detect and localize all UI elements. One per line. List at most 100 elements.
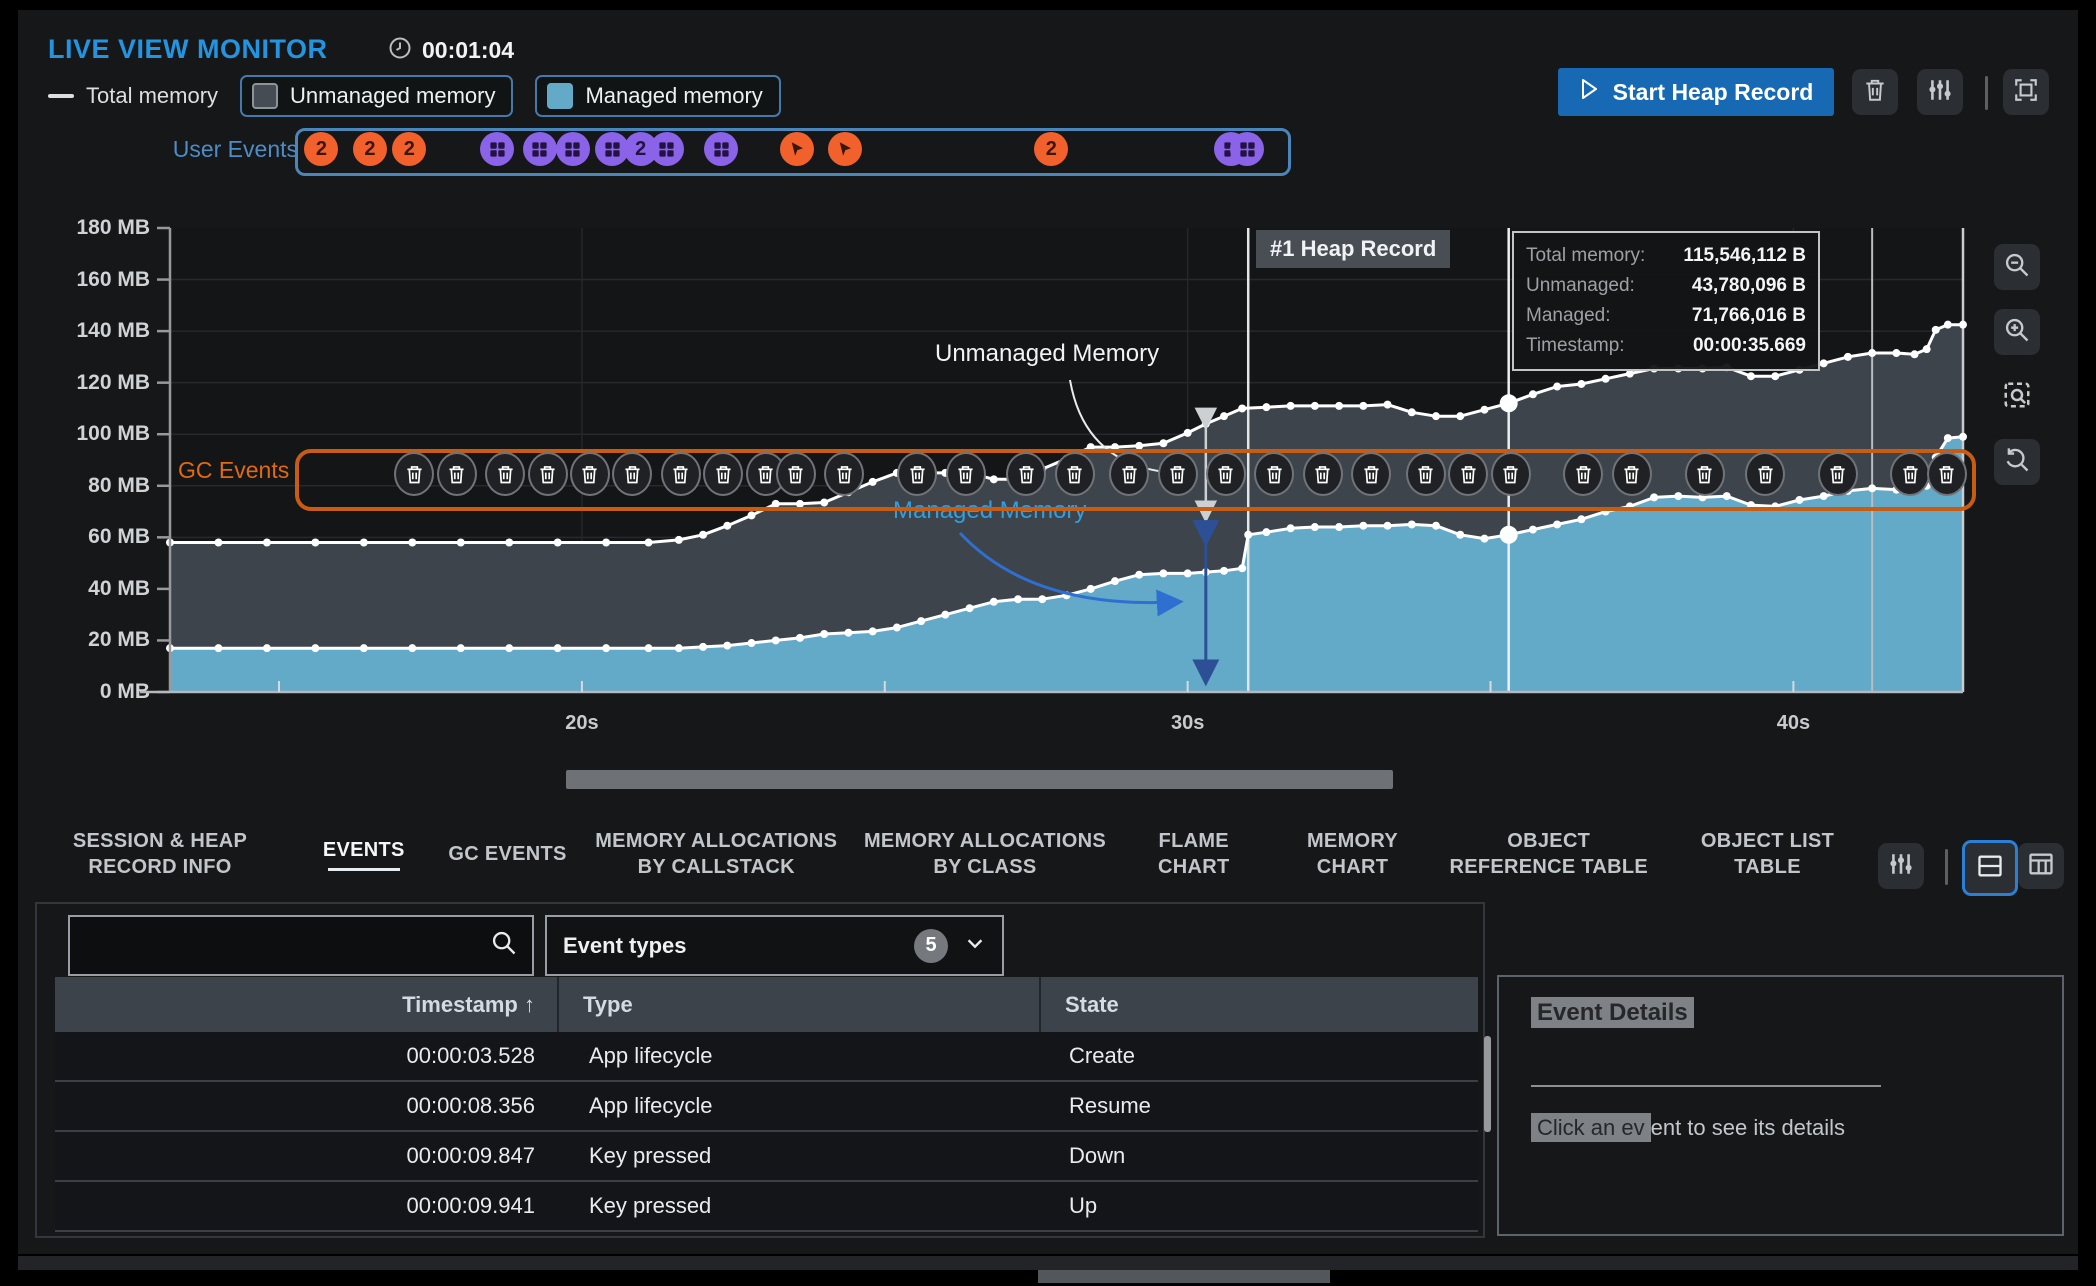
zoom-out-button[interactable]: [1994, 244, 2040, 290]
zoom-reset-button[interactable]: [1994, 439, 2040, 485]
clear-session-button[interactable]: [1852, 69, 1898, 115]
tab-memory-chart[interactable]: MEMORY CHART: [1278, 828, 1428, 880]
hover-dot-managed: [1500, 526, 1518, 544]
legend-unmanaged-memory-toggle[interactable]: Unmanaged memory: [240, 75, 513, 117]
tab-memory-allocations-by-class[interactable]: MEMORY ALLOCATIONS BY CLASS: [860, 828, 1110, 880]
tab-session-heap-record-info[interactable]: SESSION & HEAP RECORD INFO: [35, 828, 285, 880]
gc-event-trash-icon[interactable]: [1818, 452, 1858, 496]
managed-swatch: [547, 83, 573, 109]
tab-object-list-table[interactable]: OBJECT LIST TABLE: [1670, 828, 1865, 880]
event-types-dropdown[interactable]: Event types 5: [545, 915, 1004, 976]
key-event-icon[interactable]: [523, 132, 557, 166]
column-header-timestamp[interactable]: Timestamp ↑: [55, 992, 557, 1018]
column-header-type[interactable]: Type: [557, 977, 1039, 1032]
gc-event-trash-icon[interactable]: [897, 452, 937, 496]
heap-record-marker-label[interactable]: #1 Heap Record: [1256, 230, 1450, 268]
bottom-tab-bar: SESSION & HEAP RECORD INFO EVENTS GC EVENT…: [35, 806, 1865, 902]
layout-rows-icon: [1976, 852, 2004, 885]
touch-event-icon[interactable]: 2: [353, 132, 387, 166]
zoom-in-button[interactable]: [1994, 309, 2040, 355]
y-axis-tick-label: 20 MB: [30, 628, 150, 652]
tooltip-row: Total memory:115,546,112 B: [1526, 241, 1806, 271]
gc-event-trash-icon[interactable]: [570, 452, 610, 496]
key-event-icon[interactable]: [480, 132, 514, 166]
layout-rows-button[interactable]: [1962, 840, 2018, 896]
event-table-row[interactable]: 00:00:09.941Key pressedUp: [55, 1182, 1478, 1232]
event-table-row[interactable]: 00:00:09.847Key pressedDown: [55, 1132, 1478, 1182]
cursor-event-icon[interactable]: [780, 132, 814, 166]
chart-legend: Total memory Unmanaged memory Managed me…: [48, 74, 781, 118]
zoom-selection-button[interactable]: [1994, 374, 2040, 420]
tab-flame-chart[interactable]: FLAME CHART: [1129, 828, 1259, 880]
bottom-scrollbar-fragment[interactable]: [1038, 1270, 1330, 1283]
y-axis-tick-label: 80 MB: [30, 474, 150, 498]
gc-event-trash-icon[interactable]: [1927, 452, 1967, 496]
start-heap-record-button[interactable]: Start Heap Record: [1558, 68, 1834, 116]
gc-event-trash-icon[interactable]: [703, 452, 743, 496]
tab-events[interactable]: EVENTS: [304, 837, 424, 871]
live-view-monitor-panel: LIVE VIEW MONITOR 00:01:04 Total memory …: [18, 10, 2078, 1254]
y-axis-tick-label: 140 MB: [30, 319, 150, 343]
column-header-state[interactable]: State: [1039, 977, 1478, 1032]
y-axis-tick-label: 160 MB: [30, 268, 150, 292]
fullscreen-button[interactable]: [2003, 69, 2049, 115]
gc-event-trash-icon[interactable]: [437, 452, 477, 496]
layout-grid-button[interactable]: [2018, 843, 2064, 889]
tab-object-reference-table[interactable]: OBJECT REFERENCE TABLE: [1446, 828, 1651, 880]
bottom-strip: [18, 1256, 2078, 1270]
event-details-hint: Click an event to see its details: [1531, 1115, 1845, 1141]
event-types-count-badge: 5: [914, 929, 948, 963]
gc-event-trash-icon[interactable]: [1109, 452, 1149, 496]
legend-managed-memory-toggle[interactable]: Managed memory: [535, 75, 780, 117]
gc-event-trash-icon[interactable]: [1685, 452, 1725, 496]
gc-event-trash-icon[interactable]: [1055, 452, 1095, 496]
tab-memory-allocations-by-callstack[interactable]: MEMORY ALLOCATIONS BY CALLSTACK: [591, 828, 841, 880]
page-title: LIVE VIEW MONITOR: [48, 34, 328, 65]
key-event-icon[interactable]: [650, 132, 684, 166]
key-event-icon[interactable]: [556, 132, 590, 166]
chart-horizontal-scrollbar[interactable]: [566, 770, 1393, 789]
gc-event-trash-icon[interactable]: [661, 452, 701, 496]
sliders-icon: [1927, 77, 1953, 108]
y-axis-tick-label: 100 MB: [30, 422, 150, 446]
gc-event-trash-icon[interactable]: [1491, 452, 1531, 496]
zoom-in-icon: [2003, 316, 2031, 349]
key-event-icon[interactable]: [704, 132, 738, 166]
event-table-row[interactable]: 00:00:08.356App lifecycleResume: [55, 1082, 1478, 1132]
legend-total-memory[interactable]: Total memory: [48, 83, 218, 109]
gc-event-trash-icon[interactable]: [485, 452, 525, 496]
gc-event-trash-icon[interactable]: [946, 452, 986, 496]
gc-event-trash-icon[interactable]: [1303, 452, 1343, 496]
gc-event-trash-icon[interactable]: [1158, 452, 1198, 496]
y-axis-tick-label: 60 MB: [30, 525, 150, 549]
gc-event-trash-icon[interactable]: [1406, 452, 1446, 496]
event-table-row[interactable]: 00:00:03.528App lifecycleCreate: [55, 1032, 1478, 1082]
user-events-label: User Events: [158, 136, 298, 163]
events-table-body: 00:00:03.528App lifecycleCreate00:00:08.…: [55, 1032, 1478, 1232]
events-table-scrollbar[interactable]: [1484, 1036, 1491, 1132]
gc-events-label: GC Events: [178, 457, 289, 484]
zoom-reset-icon: [2003, 446, 2031, 479]
key-event-icon[interactable]: [1230, 132, 1264, 166]
unmanaged-memory-annotation: Unmanaged Memory: [935, 340, 1159, 368]
zoom-out-icon: [2003, 251, 2031, 284]
gc-event-trash-icon[interactable]: [776, 452, 816, 496]
y-axis-tick-label: 120 MB: [30, 371, 150, 395]
tabbar-divider: [1945, 849, 1948, 885]
event-search-input[interactable]: [70, 917, 490, 974]
events-table-header: Timestamp ↑ Type State: [55, 977, 1478, 1032]
gc-event-trash-icon[interactable]: [1612, 452, 1652, 496]
chart-settings-button[interactable]: [1917, 69, 1963, 115]
tooltip-row: Timestamp:00:00:35.669: [1526, 331, 1806, 361]
gc-event-trash-icon[interactable]: [1006, 452, 1046, 496]
chart-tooltip: Total memory:115,546,112 BUnmanaged:43,7…: [1512, 231, 1820, 371]
gc-event-trash-icon[interactable]: [1206, 452, 1246, 496]
x-axis-tick-label: 20s: [542, 712, 622, 735]
gc-event-trash-icon[interactable]: [1448, 452, 1488, 496]
layout-grid-icon: [2027, 850, 2055, 883]
gc-event-trash-icon[interactable]: [1745, 452, 1785, 496]
gc-event-trash-icon[interactable]: [528, 452, 568, 496]
search-icon[interactable]: [490, 929, 532, 962]
table-settings-button[interactable]: [1878, 843, 1924, 889]
tab-gc-events[interactable]: GC EVENTS: [443, 841, 573, 867]
